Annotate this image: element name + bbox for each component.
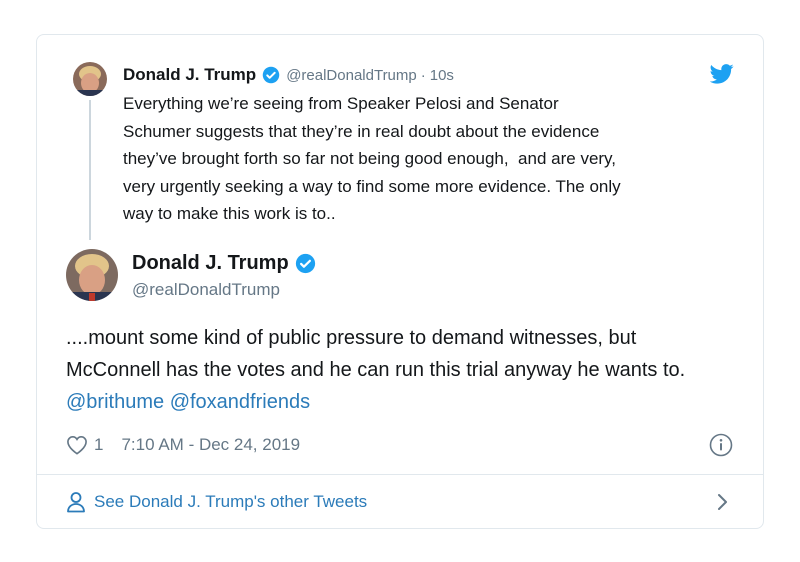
footer-divider (37, 474, 763, 475)
mention-link[interactable]: @brithume (66, 391, 164, 413)
main-tweet-body: ....mount some kind of public pressure t… (66, 327, 686, 381)
main-author-row: Donald J. Trump (132, 252, 316, 275)
tweet-timestamp[interactable]: 7:10 AM - Dec 24, 2019 (121, 435, 300, 455)
info-icon[interactable] (709, 433, 733, 457)
main-avatar[interactable] (66, 249, 118, 301)
tweet-meta-row: 1 7:10 AM - Dec 24, 2019 (66, 433, 300, 457)
chevron-right-icon[interactable] (712, 492, 732, 512)
parent-tweet-text: Everything we’re seeing from Speaker Pel… (123, 94, 621, 224)
thread-connector-line (89, 100, 91, 240)
parent-tweet-header: Donald J. Trump @realDonaldTrump · 10s (123, 64, 454, 86)
main-author-name[interactable]: Donald J. Trump (132, 252, 289, 275)
see-other-tweets-link[interactable]: See Donald J. Trump's other Tweets (66, 490, 367, 514)
verified-badge-icon (262, 66, 280, 84)
parent-avatar[interactable] (73, 62, 107, 96)
like-count[interactable]: 1 (94, 435, 103, 455)
parent-tweet-time[interactable]: 10s (430, 67, 454, 84)
twitter-bird-icon[interactable] (709, 64, 734, 84)
person-icon (66, 491, 86, 513)
mention-link[interactable]: @foxandfriends (170, 391, 310, 413)
parent-author-name[interactable]: Donald J. Trump (123, 65, 256, 85)
main-tweet-text: ....mount some kind of public pressure t… (66, 322, 736, 418)
verified-badge-icon (295, 253, 316, 274)
separator-dot: · (420, 66, 426, 84)
main-author-handle[interactable]: @realDonaldTrump (132, 280, 280, 300)
parent-author-handle[interactable]: @realDonaldTrump (286, 67, 417, 84)
heart-icon[interactable] (66, 435, 88, 455)
see-other-tweets-label: See Donald J. Trump's other Tweets (94, 492, 368, 511)
